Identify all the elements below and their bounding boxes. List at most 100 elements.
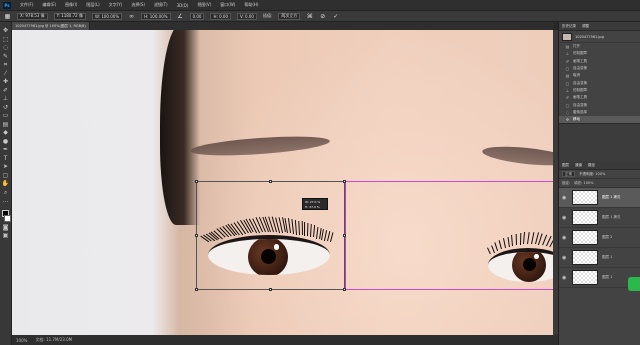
eraser-tool-icon[interactable]: ▭ (2, 113, 10, 119)
menu-image[interactable]: 图像(I) (65, 2, 77, 8)
tab-paths[interactable]: 路径 (588, 163, 595, 168)
doc-icon: ▤ (565, 73, 570, 79)
type-tool-icon[interactable]: T (2, 155, 10, 162)
menu-select[interactable]: 选择(S) (131, 2, 145, 8)
layer-lock-row: 锁定: 填充: 100% (559, 179, 640, 189)
transform-handle-top[interactable] (269, 180, 272, 183)
layer-row[interactable]: ◉ 图层 1 拷贝 (559, 188, 640, 209)
screen-mode-icon[interactable]: ▣ (2, 233, 10, 239)
menu-type[interactable]: 文字(Y) (109, 2, 123, 8)
image-canvas[interactable]: W: 27.0 % H: 27.0 % (12, 30, 553, 335)
background-color-swatch[interactable] (4, 215, 11, 222)
stamp-icon: ⊥ (565, 87, 570, 93)
interpolation-select[interactable]: 两次立方 (278, 12, 301, 20)
menu-window[interactable]: 窗口(W) (220, 2, 235, 8)
blur-tool-icon[interactable]: ◆ (2, 130, 10, 136)
stamp-tool-icon[interactable]: ⊥ (2, 96, 10, 102)
pen-tool-icon[interactable]: ✒ (2, 147, 10, 153)
v-skew-field[interactable]: V: 0.00 (237, 12, 257, 20)
visibility-eye-icon[interactable]: ◉ (562, 255, 568, 261)
layer-row[interactable]: ◉ 图层 1 拷贝 (559, 208, 640, 229)
marquee-tool-icon[interactable]: ⬚ (2, 36, 10, 43)
visibility-eye-icon[interactable]: ◉ (562, 195, 568, 201)
shape-tool-icon[interactable]: ▢ (2, 172, 10, 179)
layer-row[interactable]: ◉ 图层 1 (559, 248, 640, 269)
lock-label: 锁定: (562, 180, 571, 185)
quick-select-tool-icon[interactable]: ✎ (2, 53, 10, 60)
history-item[interactable]: ▢ 自由变换 (559, 101, 640, 108)
brush-tool-icon[interactable]: ✐ (2, 87, 10, 94)
transform-handle-left[interactable] (195, 234, 198, 237)
history-snapshot[interactable]: 1020477561.jpg (559, 31, 640, 43)
x-field[interactable]: X: 978.53 像 (17, 12, 48, 20)
commit-icon[interactable]: ✓ (332, 13, 339, 20)
visibility-eye-icon[interactable]: ◉ (562, 215, 568, 221)
history-brush-tool-icon[interactable]: ↺ (2, 104, 10, 111)
hand-tool-icon[interactable]: ✋ (2, 181, 10, 187)
dodge-tool-icon[interactable]: ● (2, 138, 10, 145)
healing-tool-icon[interactable]: ✚ (2, 79, 10, 85)
menu-layer[interactable]: 图层(L) (86, 2, 99, 8)
width-field[interactable]: W: 100.00% (91, 12, 123, 20)
menu-help[interactable]: 帮助(H) (244, 2, 258, 8)
tab-layers[interactable]: 图层 (562, 163, 569, 168)
menu-edit[interactable]: 编辑(E) (42, 2, 56, 8)
gradient-tool-icon[interactable]: ▤ (2, 121, 10, 128)
options-bar: ▦ X: 978.53 像 Y: 1180.72 像 W: 100.00% ∞ … (0, 10, 640, 22)
opacity-field[interactable]: 不透明度: 100% (579, 172, 605, 177)
photoshop-window: Ps 文件(F) 编辑(E) 图像(I) 图层(L) 文字(Y) 选择(S) 滤… (0, 0, 640, 345)
transform-handle-bottom[interactable] (269, 288, 272, 291)
zoom-tool-icon[interactable]: ⌕ (2, 189, 10, 196)
tab-channels[interactable]: 通道 (575, 163, 582, 168)
history-item[interactable]: ▤ 打开 (559, 43, 640, 50)
transform-handle-bottom-left[interactable] (195, 288, 198, 291)
cancel-icon[interactable]: ⊘ (319, 13, 326, 20)
path-select-tool-icon[interactable]: ➤ (2, 164, 10, 170)
transform-handle-top-left[interactable] (195, 180, 198, 183)
transform-size-tooltip: W: 27.0 % H: 27.0 % (302, 198, 328, 210)
history-item[interactable]: ✐ 画笔工具 (559, 58, 640, 65)
side-widget[interactable] (628, 277, 640, 291)
tab-history[interactable]: 历史记录 (562, 24, 576, 29)
history-item[interactable]: ⊥ 仿制图章 (559, 50, 640, 57)
height-field[interactable]: H: 100.00% (141, 12, 171, 20)
history-item-label: 取消 (573, 73, 580, 78)
tab-adjustments[interactable]: 调整 (582, 24, 589, 29)
h-skew-field[interactable]: H: 0.00 (210, 12, 232, 20)
eyedropper-tool-icon[interactable]: ⁄ (2, 70, 10, 77)
doc-icon: ▤ (565, 44, 570, 50)
transform-handle-right[interactable] (343, 234, 346, 237)
y-field[interactable]: Y: 1180.72 像 (53, 12, 86, 20)
history-item[interactable]: ▢ 自由变换 (559, 65, 640, 72)
fill-field[interactable]: 填充: 100% (574, 181, 593, 186)
history-item[interactable]: ✥ 移动 (559, 115, 640, 124)
more-tools-icon[interactable]: … (2, 198, 10, 204)
angle-field[interactable]: 0.00 (189, 12, 205, 20)
transform-handle-bottom-right[interactable] (343, 288, 346, 291)
menu-file[interactable]: 文件(F) (20, 2, 33, 8)
layer-blend-row: 正常 不透明度: 100% (559, 170, 640, 180)
zoom-level[interactable]: 100% (16, 338, 27, 343)
warp-icon[interactable]: ⌘ (306, 13, 313, 20)
visibility-eye-icon[interactable]: ◉ (562, 235, 568, 241)
menu-filter[interactable]: 滤镜(T) (154, 2, 168, 8)
visibility-eye-icon[interactable]: ◉ (562, 275, 568, 281)
history-item[interactable]: ▢ 自由变换 (559, 79, 640, 86)
transform-handle-top-right[interactable] (343, 180, 346, 183)
reference-point-icon[interactable]: ▦ (4, 13, 11, 20)
history-item[interactable]: ▤ 取消 (559, 72, 640, 79)
quick-mask-icon[interactable]: ◙ (2, 224, 10, 231)
history-item[interactable]: ◌ 套索选择 (559, 109, 640, 116)
blend-mode-select[interactable]: 正常 (562, 171, 575, 178)
right-panels: 历史记录 调整 1020477561.jpg ▤ 打开 ⊥ 仿制图章 ✐ 画笔工具 ▢ 自由变… (558, 22, 640, 345)
lasso-tool-icon[interactable]: ◌ (2, 45, 10, 51)
layer-row[interactable]: ◉ 图层 2 (559, 228, 640, 249)
document-tab[interactable]: 1020477561.jpg @ 100%(图层 1, RGB/8) (12, 22, 90, 30)
history-item[interactable]: ⊥ 仿制图章 (559, 87, 640, 94)
move-tool-icon[interactable]: ✥ (2, 28, 10, 34)
menu-3d[interactable]: 3D(D) (177, 3, 189, 8)
history-item[interactable]: ✐ 画笔工具 (559, 94, 640, 101)
crop-tool-icon[interactable]: ⌗ (2, 62, 10, 68)
menu-view[interactable]: 视图(V) (197, 2, 211, 8)
link-icon[interactable]: ∞ (128, 13, 135, 20)
